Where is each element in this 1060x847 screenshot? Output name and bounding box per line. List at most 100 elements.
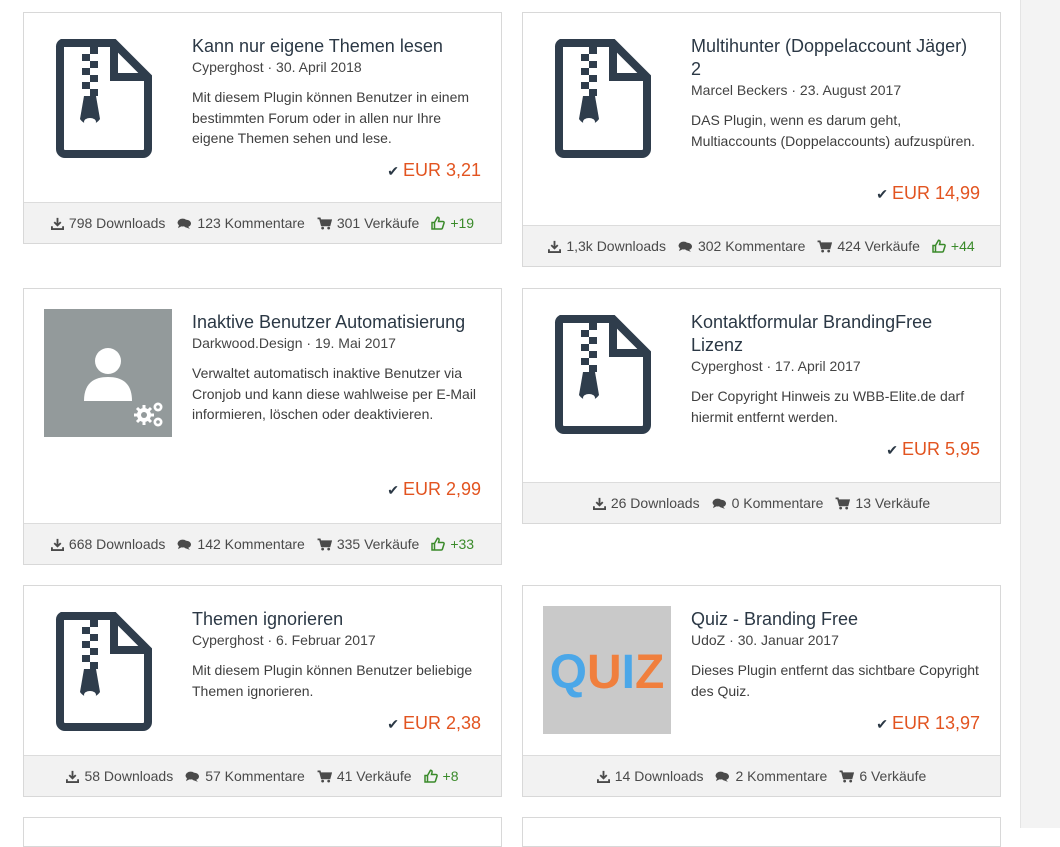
likes-count: +44 xyxy=(950,238,975,254)
plugin-card: Kontaktformular BrandingFree Lizenz Cype… xyxy=(522,288,1001,524)
plugin-description: Dieses Plugin entfernt das sichtbare Cop… xyxy=(691,662,979,699)
plugin-card: Kann nur eigene Themen lesen Cyperghost … xyxy=(23,12,502,244)
date: 6. Februar 2017 xyxy=(276,632,376,648)
date: 17. April 2017 xyxy=(775,358,861,374)
downloads-count: 798 Downloads xyxy=(68,215,166,231)
plugin-description: Mit diesem Plugin können Benutzer in ein… xyxy=(192,89,470,146)
comments-count: 2 Kommentare xyxy=(735,768,828,784)
comments-icon xyxy=(177,218,192,229)
separator: · xyxy=(766,358,772,374)
date: 30. April 2018 xyxy=(276,59,362,75)
plugin-description: Der Copyright Hinweis zu WBB-Elite.de da… xyxy=(691,388,965,425)
price[interactable]: ✔ EUR 2,38 xyxy=(387,713,481,734)
plugin-title[interactable]: Kontaktformular BrandingFree Lizenz xyxy=(691,311,981,357)
sales-count: 41 Verkäufe xyxy=(336,768,412,784)
comments-count: 0 Kommentare xyxy=(731,495,824,511)
likes-count: +19 xyxy=(450,215,475,231)
comments-count: 123 Kommentare xyxy=(197,215,305,231)
download-icon xyxy=(592,497,606,510)
comments-stat: 123 Kommentare xyxy=(177,215,305,231)
thumbs-up-icon xyxy=(932,239,946,253)
zip-file-icon[interactable] xyxy=(44,606,172,734)
date: 30. Januar 2017 xyxy=(737,632,839,648)
check-icon: ✔ xyxy=(387,163,399,179)
sales-stat: 13 Verkäufe xyxy=(835,495,930,511)
author-link[interactable]: UdoZ xyxy=(691,632,725,648)
card-footer: 58 Downloads 57 Kommentare 41 Verkäufe +… xyxy=(24,755,501,796)
likes-stat[interactable]: +19 xyxy=(431,215,474,231)
price[interactable]: ✔ EUR 14,99 xyxy=(876,183,980,204)
price-value: EUR 3,21 xyxy=(402,160,481,180)
plugin-description: Mit diesem Plugin können Benutzer belieb… xyxy=(192,662,473,699)
zip-file-icon[interactable] xyxy=(543,33,671,161)
sales-stat: 41 Verkäufe xyxy=(317,768,412,784)
comments-count: 142 Kommentare xyxy=(197,536,305,552)
comments-icon xyxy=(678,241,692,252)
plugin-card xyxy=(23,817,502,847)
card-footer: 1,3k Downloads 302 Kommentare 424 Verkäu… xyxy=(523,225,1000,266)
comments-icon xyxy=(177,539,192,550)
downloads-stat: 58 Downloads xyxy=(66,768,173,784)
separator: · xyxy=(267,632,273,648)
downloads-count: 668 Downloads xyxy=(68,536,166,552)
sales-stat: 301 Verkäufe xyxy=(317,215,419,231)
download-icon xyxy=(50,217,64,230)
quiz-logo[interactable]: QUIZ xyxy=(543,606,671,734)
likes-stat[interactable]: +44 xyxy=(932,238,975,254)
user-gear-icon[interactable] xyxy=(44,309,172,437)
cart-icon xyxy=(839,770,855,783)
plugin-meta: Marcel Beckers · 23. August 2017 xyxy=(691,81,981,99)
card-footer: 798 Downloads 123 Kommentare 301 Verkäuf… xyxy=(24,202,501,243)
plugin-card: Themen ignorieren Cyperghost · 6. Februa… xyxy=(23,585,502,797)
cart-icon xyxy=(317,538,332,551)
plugin-description: Verwaltet automatisch inaktive Benutzer … xyxy=(192,365,477,422)
downloads-stat: 14 Downloads xyxy=(596,768,704,784)
downloads-stat: 26 Downloads xyxy=(592,495,700,511)
plugin-meta: Cyperghost · 17. April 2017 xyxy=(691,357,981,375)
plugin-meta: Darkwood.Design · 19. Mai 2017 xyxy=(192,334,482,352)
zip-file-icon[interactable] xyxy=(543,309,671,437)
price[interactable]: ✔ EUR 2,99 xyxy=(387,479,481,500)
price[interactable]: ✔ EUR 5,95 xyxy=(886,439,980,460)
author-link[interactable]: Cyperghost xyxy=(691,358,763,374)
comments-stat: 2 Kommentare xyxy=(715,768,827,784)
author-link[interactable]: Marcel Beckers xyxy=(691,82,787,98)
downloads-count: 1,3k Downloads xyxy=(566,238,666,254)
price-value: EUR 2,99 xyxy=(402,479,481,499)
likes-stat[interactable]: +33 xyxy=(431,536,474,552)
check-icon: ✔ xyxy=(876,186,888,202)
price[interactable]: ✔ EUR 3,21 xyxy=(387,160,481,181)
price[interactable]: ✔ EUR 13,97 xyxy=(876,713,980,734)
price-value: EUR 14,99 xyxy=(891,183,980,203)
plugin-title[interactable]: Multihunter (Doppelaccount Jäger) 2 xyxy=(691,35,981,81)
plugin-title[interactable]: Kann nur eigene Themen lesen xyxy=(192,35,482,58)
plugin-title[interactable]: Inaktive Benutzer Automatisierung xyxy=(192,311,482,334)
sales-count: 13 Verkäufe xyxy=(855,495,931,511)
downloads-stat: 1,3k Downloads xyxy=(548,238,666,254)
likes-stat[interactable]: +8 xyxy=(423,768,459,784)
price-value: EUR 13,97 xyxy=(891,713,980,733)
check-icon: ✔ xyxy=(886,442,898,458)
comments-icon xyxy=(185,771,200,782)
author-link[interactable]: Cyperghost xyxy=(192,632,264,648)
thumbs-up-icon xyxy=(423,769,438,783)
plugin-title[interactable]: Themen ignorieren xyxy=(192,608,482,631)
cart-icon xyxy=(817,240,833,253)
comments-count: 57 Kommentare xyxy=(205,768,305,784)
sales-stat: 424 Verkäufe xyxy=(817,238,920,254)
comments-stat: 0 Kommentare xyxy=(712,495,824,511)
plugin-meta: Cyperghost · 30. April 2018 xyxy=(192,58,482,76)
comments-count: 302 Kommentare xyxy=(697,238,806,254)
card-footer: 668 Downloads 142 Kommentare 335 Verkäuf… xyxy=(24,523,501,564)
plugin-title[interactable]: Quiz - Branding Free xyxy=(691,608,981,631)
check-icon: ✔ xyxy=(387,482,399,498)
sales-stat: 6 Verkäufe xyxy=(839,768,926,784)
cart-icon xyxy=(317,770,332,783)
page-scrollbar-area[interactable] xyxy=(1020,0,1060,828)
author-link[interactable]: Cyperghost xyxy=(192,59,264,75)
downloads-count: 14 Downloads xyxy=(614,768,704,784)
author-link[interactable]: Darkwood.Design xyxy=(192,335,303,351)
plugin-card xyxy=(522,817,1001,847)
download-icon xyxy=(548,240,562,253)
zip-file-icon[interactable] xyxy=(44,33,172,161)
